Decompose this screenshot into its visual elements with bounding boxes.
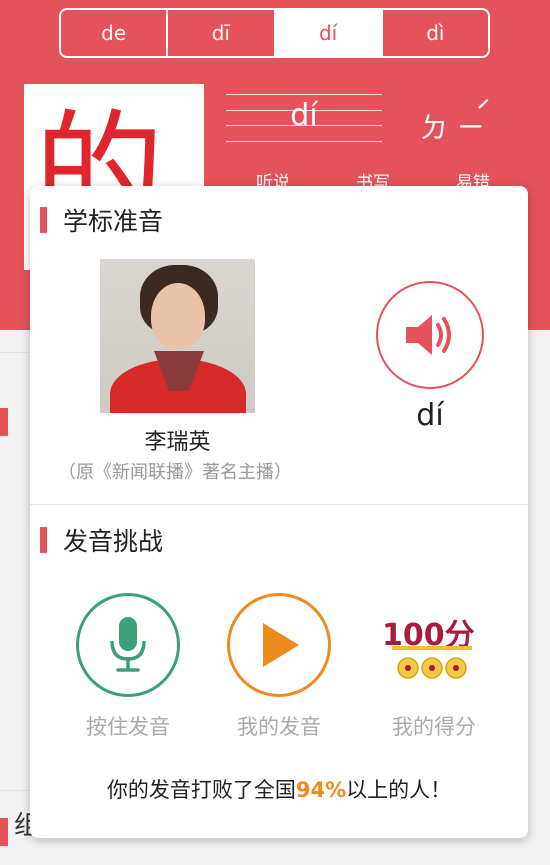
tab-di1[interactable]: dī: [166, 10, 273, 56]
result-message: 你的发音打败了全国94%以上的人！: [30, 774, 528, 804]
record-button-label: 按住发音: [86, 715, 170, 739]
tab-di2[interactable]: dí: [273, 10, 381, 56]
result-suffix: 以上的人！: [346, 778, 452, 802]
tab-di4[interactable]: dì: [380, 10, 488, 56]
link-writing[interactable]: 书写: [356, 168, 390, 188]
section-divider: [30, 504, 528, 505]
my-recording-button[interactable]: [227, 593, 331, 697]
background-divider: [0, 790, 30, 791]
play-standard-audio-button[interactable]: [376, 281, 484, 389]
section-marker: [40, 207, 47, 233]
zhuyin-label: ㄉ ㄧ́: [420, 111, 485, 144]
speaker-pinyin: dí: [416, 398, 444, 433]
tab-de[interactable]: de: [61, 10, 166, 56]
background-section-marker: [0, 408, 8, 436]
result-percent: 94%: [295, 778, 347, 802]
medals-icon: [392, 646, 472, 679]
play-icon: [263, 623, 299, 667]
section-title: 发音挑战: [63, 527, 164, 556]
speaker-photo: [100, 259, 255, 413]
section-marker: [40, 527, 47, 553]
background-section-marker: [0, 818, 8, 846]
speaker-icon: [406, 315, 451, 355]
sub-links: 听说 书写 易错: [240, 168, 540, 188]
pronunciation-tabs: de dī dí dì: [59, 8, 490, 58]
result-prefix: 你的发音打败了全国: [106, 778, 296, 802]
speaker-description: （原《新闻联播》著名主播）: [58, 462, 292, 483]
hold-to-record-button[interactable]: [76, 593, 180, 697]
pronunciation-popup: 学标准音 李瑞英 （原《新闻联播》著名主播） dí 发音挑战 100分 按住发音…: [30, 186, 528, 838]
link-listen-speak[interactable]: 听说: [256, 168, 290, 188]
section-pronunciation-challenge: 发音挑战: [40, 522, 163, 558]
pinyin-label: dí: [290, 98, 318, 133]
microphone-icon: [110, 617, 146, 672]
my-recording-label: 我的发音: [237, 715, 321, 739]
background-divider: [0, 352, 30, 353]
speaker-name: 李瑞英: [144, 430, 211, 455]
my-score-label: 我的得分: [392, 715, 476, 739]
section-standard-pronunciation: 学标准音: [40, 202, 163, 238]
section-title: 学标准音: [63, 207, 164, 236]
link-common-errors[interactable]: 易错: [456, 168, 490, 188]
